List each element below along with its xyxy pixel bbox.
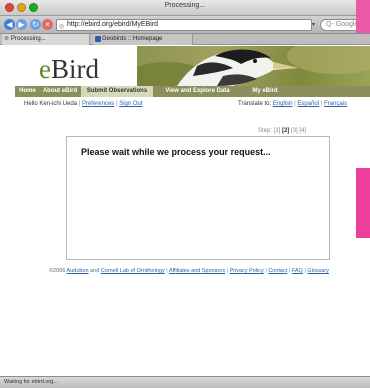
contact-link[interactable]: Contact: [268, 268, 287, 274]
page-favicon-icon: ◎: [59, 24, 65, 30]
tab-geobirds[interactable]: Geobirds :: Homepage: [93, 34, 193, 45]
title-bar: Processing...: [0, 0, 370, 16]
faq-link[interactable]: FAQ: [292, 268, 303, 274]
address-bar[interactable]: ◎ http://ebird.org/ebird/MyEBird: [56, 19, 312, 31]
copyright: ©2006: [49, 268, 66, 274]
back-arrow-icon: ◀: [6, 20, 13, 29]
step-4: [4]: [299, 128, 307, 134]
url-text: http://ebird.org/ebird/MyEBird: [67, 21, 159, 28]
browser-toolbar: ◀ ▶ ↻ × ◎ http://ebird.org/ebird/MyEBird…: [0, 16, 370, 34]
tab-label: Geobirds :: Homepage: [102, 36, 163, 42]
browser-window: Processing... ◀ ▶ ↻ × ◎ http://ebird.org…: [0, 0, 370, 388]
step-indicator: Step: [1] [2] [3] [4]: [258, 128, 307, 134]
step-2-current: [2]: [282, 128, 290, 134]
ebird-logo[interactable]: eBird: [39, 54, 99, 85]
bird-header-image: [137, 46, 370, 86]
language-espanol-link[interactable]: Español: [297, 101, 319, 107]
window-title: Processing...: [164, 2, 206, 9]
geobirds-favicon-icon: [95, 36, 101, 42]
overlay-bar-middle: [356, 168, 370, 238]
search-icon: Q-: [326, 21, 334, 28]
site-banner: eBird: [15, 46, 370, 86]
processing-panel: Please wait while we process your reques…: [66, 136, 330, 260]
nav-home[interactable]: Home: [15, 86, 40, 97]
bird-illustration-icon: [137, 46, 370, 86]
translate-label: Translate to:: [238, 101, 272, 107]
nav-view-explore-data[interactable]: View and Explore Data: [156, 86, 239, 97]
user-greeting: Hello Ken-ichi Ueda: [24, 101, 78, 107]
overlay-bar-top: [356, 0, 370, 33]
stop-icon: ×: [45, 20, 50, 29]
affiliates-link[interactable]: Affiliates and Sponsors: [169, 268, 225, 274]
nav-submit-observations[interactable]: Submit Observations: [81, 86, 153, 97]
page-content: eBird Home About eBird Submit Observatio…: [0, 46, 370, 376]
privacy-link[interactable]: Privacy Policy: [230, 268, 264, 274]
back-button[interactable]: ◀: [4, 19, 15, 30]
search-placeholder: Google: [335, 21, 359, 28]
status-text: Waiting for ebird.org...: [4, 379, 58, 385]
step-1: [1]: [273, 128, 281, 134]
preferences-link[interactable]: Preferences: [82, 101, 114, 107]
site-footer: ©2006 Audubon and Cornell Lab of Ornitho…: [49, 268, 329, 274]
site-nav: Home About eBird Submit Observations Vie…: [15, 86, 370, 97]
stop-button[interactable]: ×: [42, 19, 53, 30]
step-3: [3]: [291, 128, 298, 134]
tab-bar: ⊗ Processing... Geobirds :: Homepage: [0, 34, 370, 45]
language-english-link[interactable]: English: [273, 101, 293, 107]
glossary-link[interactable]: Glossary: [307, 268, 329, 274]
nav-about-ebird[interactable]: About eBird: [40, 86, 80, 97]
forward-button[interactable]: ▶: [16, 19, 27, 30]
language-francais-link[interactable]: Français: [324, 101, 347, 107]
forward-arrow-icon: ▶: [18, 20, 25, 29]
status-bar: Waiting for ebird.org...: [0, 376, 370, 388]
tab-label: Processing...: [11, 36, 46, 42]
audubon-link[interactable]: Audubon: [67, 268, 89, 274]
reload-button[interactable]: ↻: [30, 19, 41, 30]
wait-message: Please wait while we process your reques…: [81, 147, 271, 157]
url-history-dropdown-icon[interactable]: ▾: [312, 19, 318, 31]
tab-close-icon[interactable]: ⊗: [4, 34, 9, 45]
tab-processing[interactable]: ⊗ Processing...: [2, 34, 90, 45]
nav-my-ebird[interactable]: My eBird: [245, 86, 285, 97]
user-bar: Hello Ken-ichi Ueda | Preferences | Sign…: [24, 101, 348, 107]
cornell-link[interactable]: Cornell Lab of Ornithology: [101, 268, 165, 274]
reload-icon: ↻: [32, 20, 39, 29]
sign-out-link[interactable]: Sign Out: [119, 101, 142, 107]
